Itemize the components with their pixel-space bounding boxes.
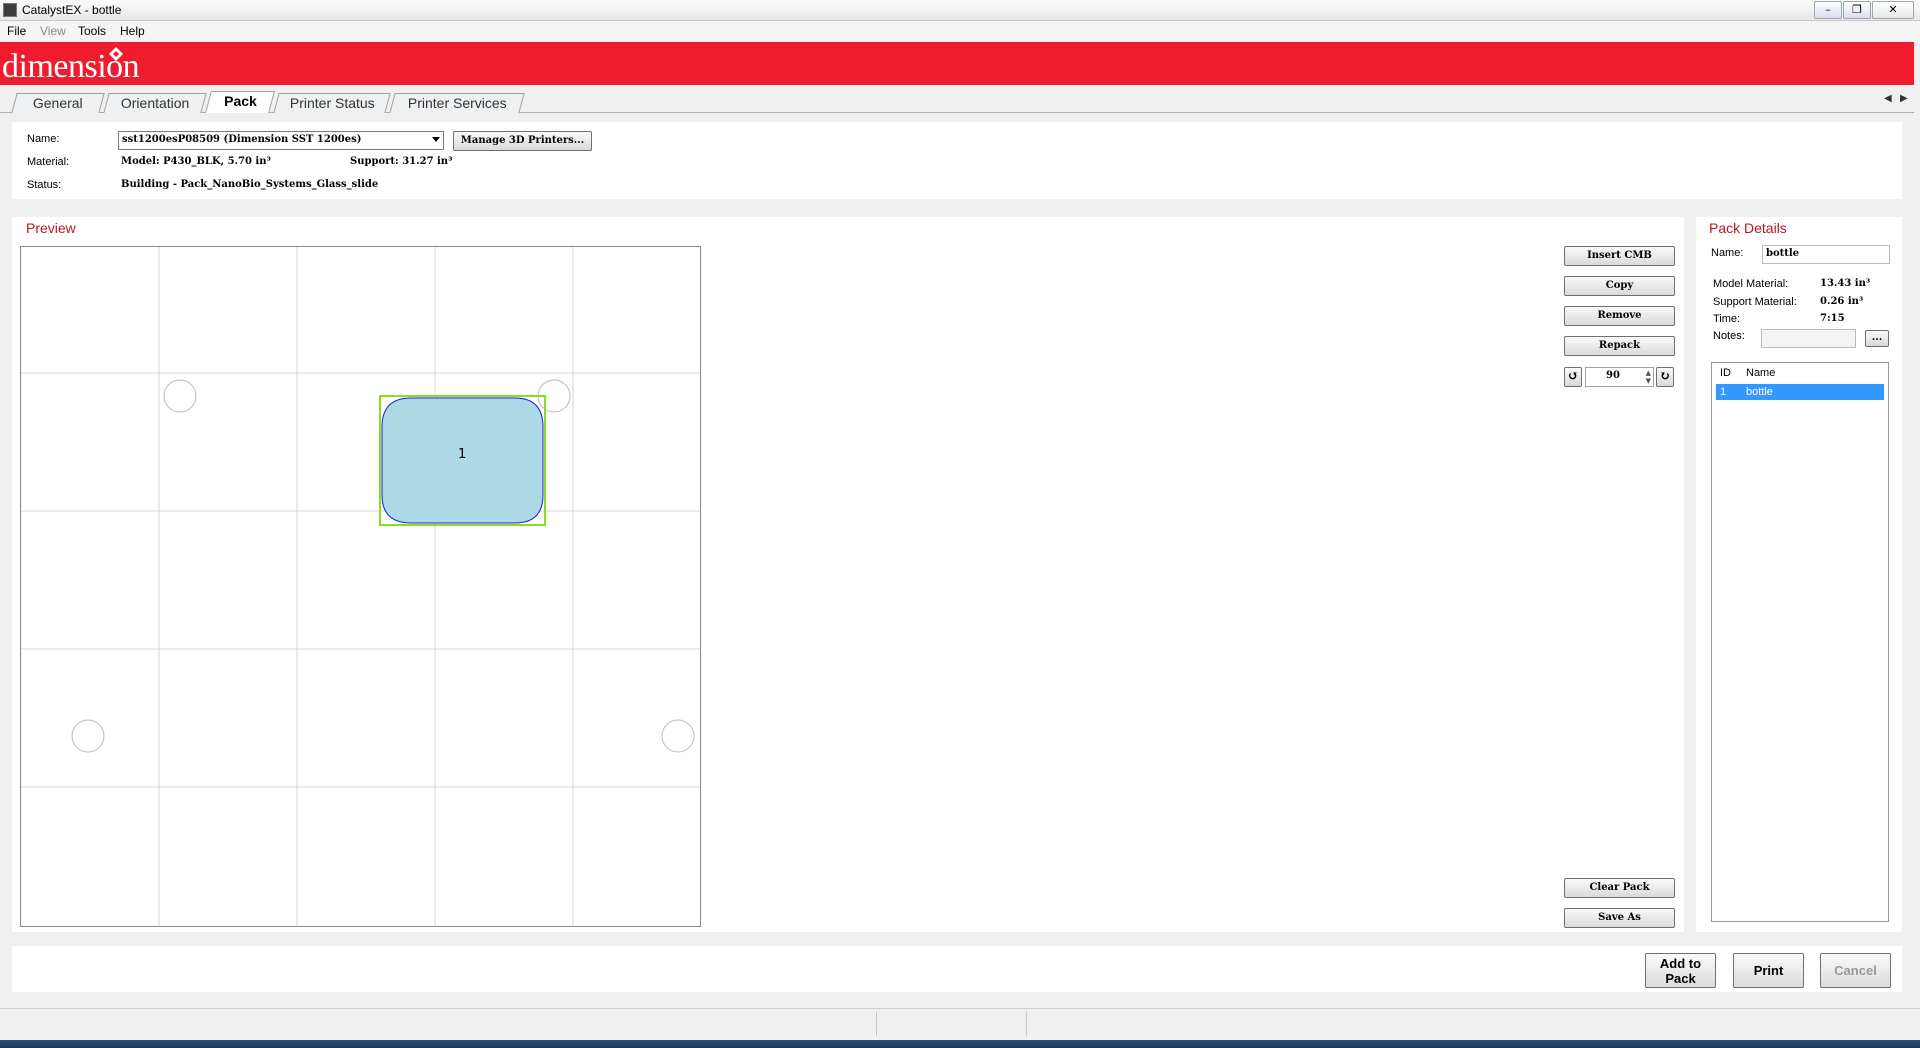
add-to-pack-button[interactable]: Add to Pack	[1645, 953, 1716, 988]
support-material-value: Support: 31.27 in³	[350, 156, 453, 167]
chevron-down-icon	[432, 137, 440, 142]
model-material-value: Model: P430_BLK, 5.70 in³	[121, 156, 271, 167]
tab-printer-services-label: Printer Services	[407, 95, 507, 111]
tab-pack-label: Pack	[223, 93, 257, 109]
menu-view[interactable]: View	[40, 24, 66, 38]
cancel-button[interactable]: Cancel	[1820, 953, 1891, 988]
preview-title: Preview	[26, 220, 76, 236]
pack-name-label: Name:	[1711, 247, 1744, 259]
printer-name-label: Name:	[27, 133, 60, 145]
platform-marker	[163, 379, 197, 413]
list-header-id[interactable]: ID	[1720, 367, 1731, 379]
rotate-ccw-icon[interactable]: ↺	[1564, 367, 1582, 387]
spinner-arrows-icon[interactable]: ▲ ▼	[1646, 369, 1651, 385]
pack-name-value: bottle	[1766, 248, 1800, 259]
remove-button[interactable]: Remove	[1564, 306, 1675, 326]
tab-pack[interactable]: Pack	[205, 91, 275, 113]
model-material-label: Model Material:	[1713, 278, 1789, 290]
material-label: Material:	[27, 156, 70, 168]
support-material-label: Support Material:	[1713, 296, 1797, 308]
app-icon	[3, 3, 17, 17]
rotation-angle-value: 90	[1606, 370, 1620, 381]
brand-banner: dimension	[0, 42, 1914, 85]
build-platform-grid[interactable]: 1	[20, 246, 701, 927]
time-label: Time:	[1713, 313, 1741, 325]
title-bar: CatalystEX - bottle – ❐ ✕	[0, 0, 1920, 21]
restore-button[interactable]: ❐	[1843, 1, 1871, 19]
menu-file[interactable]: File	[7, 24, 26, 38]
printer-select[interactable]: sst1200esP08509 (Dimension SST 1200es)	[118, 131, 444, 150]
tab-general-label: General	[32, 95, 83, 111]
menu-help[interactable]: Help	[120, 24, 145, 38]
bottom-action-panel	[12, 946, 1902, 992]
list-header-name[interactable]: Name	[1746, 367, 1775, 379]
status-value: Building - Pack_NanoBio_Systems_Glass_sl…	[121, 179, 379, 190]
tab-general[interactable]: General	[11, 93, 105, 113]
tab-strip: General Orientation Pack Printer Status …	[0, 85, 1914, 113]
tab-printer-status-label: Printer Status	[289, 95, 375, 111]
pack-support-material-value: 0.26 in³	[1820, 296, 1864, 307]
list-item-id: 1	[1720, 386, 1727, 398]
rotate-cw-icon[interactable]: ↻	[1656, 367, 1674, 387]
notes-input[interactable]	[1761, 329, 1856, 348]
print-button[interactable]: Print	[1733, 953, 1804, 988]
close-button[interactable]: ✕	[1872, 1, 1914, 19]
notes-label: Notes:	[1713, 330, 1745, 342]
tab-orientation-label: Orientation	[120, 95, 190, 111]
grid-lines	[21, 247, 700, 926]
build-platform-canvas	[21, 247, 700, 926]
pack-model-material-value: 13.43 in³	[1820, 278, 1871, 289]
clear-pack-button[interactable]: Clear Pack	[1564, 878, 1675, 898]
insert-cmb-button[interactable]: Insert CMB	[1564, 246, 1675, 266]
pack-parts-list[interactable]: ID Name	[1711, 362, 1889, 922]
build-time-value: 7:15	[1820, 313, 1845, 324]
pack-name-input[interactable]: bottle	[1762, 245, 1890, 264]
logo-diamond-icon	[109, 47, 123, 61]
tab-orientation[interactable]: Orientation	[103, 93, 207, 113]
status-bar	[0, 1008, 1920, 1039]
minimize-button[interactable]: –	[1814, 1, 1842, 19]
add-to-pack-label-line2: Pack	[1665, 971, 1696, 986]
list-item-name: bottle	[1746, 386, 1773, 398]
tab-scroll-left-icon[interactable]: ◀	[1884, 93, 1892, 104]
repack-button[interactable]: Repack	[1564, 336, 1675, 356]
part-id-label: 1	[458, 447, 467, 462]
save-as-button[interactable]: Save As	[1564, 908, 1675, 928]
notes-edit-button[interactable]: ...	[1865, 330, 1889, 347]
tab-scroll-right-icon[interactable]: ▶	[1900, 93, 1908, 104]
platform-marker	[71, 719, 105, 753]
platform-marker	[661, 719, 695, 753]
copy-button[interactable]: Copy	[1564, 276, 1675, 296]
status-label: Status:	[27, 179, 62, 191]
menu-bar: File View Tools Help	[0, 21, 1920, 41]
tab-printer-status[interactable]: Printer Status	[273, 93, 391, 113]
list-item[interactable]: 1 bottle	[1716, 384, 1884, 400]
status-divider	[876, 1012, 877, 1036]
printer-select-value: sst1200esP08509 (Dimension SST 1200es)	[122, 134, 362, 145]
pack-details-title: Pack Details	[1709, 220, 1787, 236]
tab-printer-services[interactable]: Printer Services	[389, 93, 525, 113]
rotation-angle-input[interactable]: 90 ▲ ▼	[1585, 367, 1654, 387]
os-taskbar	[0, 1040, 1920, 1048]
status-divider	[1026, 1012, 1027, 1036]
add-to-pack-label-line1: Add to	[1659, 956, 1702, 971]
menu-tools[interactable]: Tools	[78, 24, 106, 38]
manage-printers-button[interactable]: Manage 3D Printers...	[453, 131, 592, 151]
window-title: CatalystEX - bottle	[22, 3, 122, 17]
